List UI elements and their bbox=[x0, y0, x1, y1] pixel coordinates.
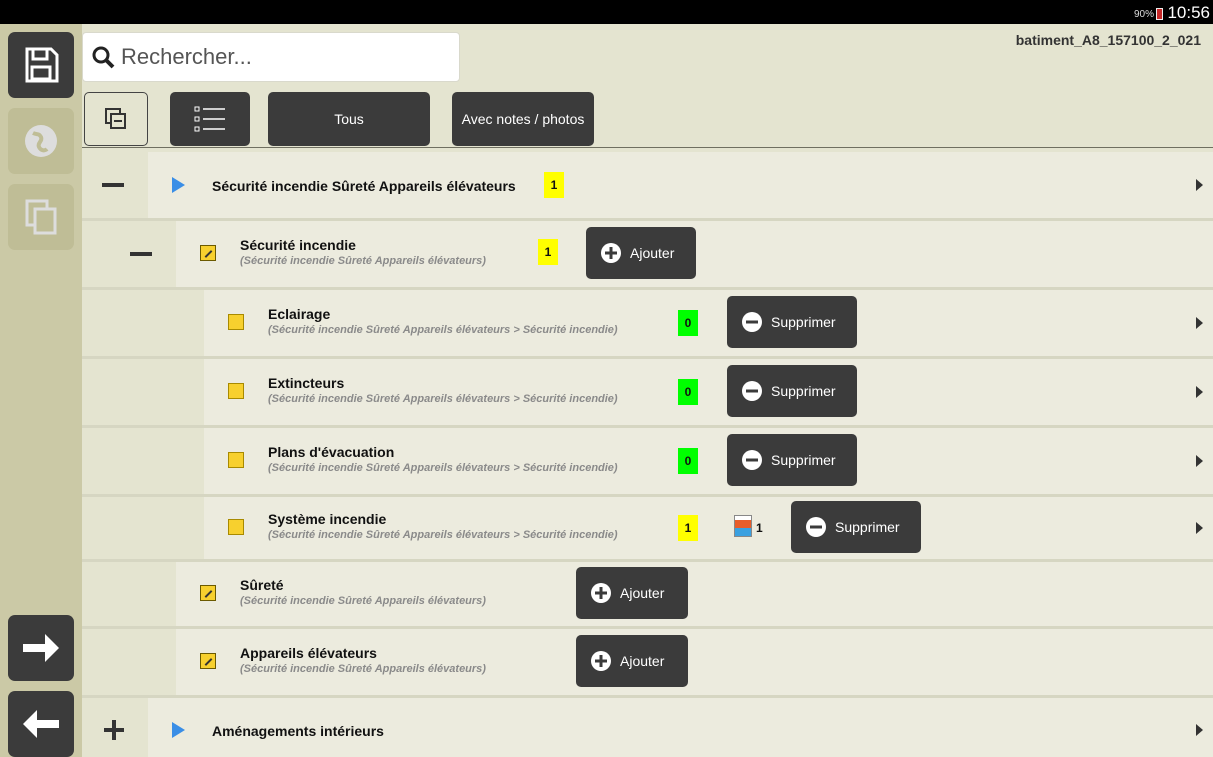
collapse-icon[interactable] bbox=[102, 183, 124, 187]
count-badge: 0 bbox=[678, 448, 698, 474]
count-badge: 1 bbox=[678, 515, 698, 541]
item-icon bbox=[228, 452, 244, 468]
save-button[interactable] bbox=[8, 32, 74, 98]
collapse-icon[interactable] bbox=[130, 252, 152, 256]
delete-button[interactable]: Supprimer bbox=[791, 501, 921, 553]
top-bar: Rechercher... batiment_A8_157100_2_021 T… bbox=[82, 24, 1213, 148]
photo-icon[interactable] bbox=[734, 515, 752, 537]
delete-button-label: Supprimer bbox=[771, 314, 836, 330]
save-icon bbox=[25, 47, 59, 83]
back-button[interactable] bbox=[8, 691, 74, 757]
subgroup-title: Sûreté bbox=[240, 577, 284, 593]
item-icon bbox=[228, 383, 244, 399]
search-box[interactable]: Rechercher... bbox=[82, 32, 460, 82]
filter-all-button[interactable]: Tous bbox=[268, 92, 430, 146]
arrow-right-icon bbox=[23, 634, 59, 662]
item-path: (Sécurité incendie Sûreté Appareils élév… bbox=[268, 462, 618, 474]
edit-icon bbox=[200, 653, 216, 669]
collapse-icon bbox=[105, 108, 126, 129]
add-button[interactable]: Ajouter bbox=[586, 227, 696, 279]
group-title: Aménagements intérieurs bbox=[212, 723, 384, 739]
delete-button-label: Supprimer bbox=[771, 383, 836, 399]
count-badge: 1 bbox=[544, 172, 564, 198]
tree-subgroup-row[interactable]: Sécurité incendie (Sécurité incendie Sûr… bbox=[82, 221, 1213, 287]
status-bar: 90% 10:56 bbox=[0, 0, 1213, 24]
document-name: batiment_A8_157100_2_021 bbox=[1015, 32, 1201, 48]
chevron-right-icon[interactable] bbox=[1196, 455, 1203, 467]
subgroup-path: (Sécurité incendie Sûreté Appareils élév… bbox=[240, 255, 486, 267]
minus-circle-icon bbox=[742, 312, 762, 332]
divider bbox=[82, 147, 1213, 148]
chevron-right-icon[interactable] bbox=[1196, 317, 1203, 329]
count-badge: 1 bbox=[538, 239, 558, 265]
item-path: (Sécurité incendie Sûreté Appareils élév… bbox=[268, 324, 618, 336]
play-icon bbox=[172, 722, 185, 738]
chevron-right-icon[interactable] bbox=[1196, 386, 1203, 398]
next-button[interactable] bbox=[8, 615, 74, 681]
minus-circle-icon bbox=[742, 450, 762, 470]
arrow-left-icon bbox=[23, 710, 59, 738]
delete-button-label: Supprimer bbox=[835, 519, 900, 535]
chevron-right-icon[interactable] bbox=[1196, 522, 1203, 534]
collapse-all-button[interactable] bbox=[84, 92, 148, 146]
delete-button[interactable]: Supprimer bbox=[727, 434, 857, 486]
copy-button[interactable] bbox=[8, 184, 74, 250]
plus-circle-icon bbox=[591, 651, 611, 671]
search-input[interactable]: Rechercher... bbox=[121, 44, 252, 70]
item-icon bbox=[228, 314, 244, 330]
delete-button-label: Supprimer bbox=[771, 452, 836, 468]
item-title: Eclairage bbox=[268, 306, 331, 322]
minus-circle-icon bbox=[742, 381, 762, 401]
item-title: Plans d'évacuation bbox=[268, 444, 395, 460]
tree-subgroup-row[interactable]: Sûreté (Sécurité incendie Sûreté Apparei… bbox=[82, 562, 1213, 626]
tree-group-row[interactable]: Sécurité incendie Sûreté Appareils éléva… bbox=[82, 152, 1213, 218]
delete-button[interactable]: Supprimer bbox=[727, 296, 857, 348]
tree-group-row[interactable]: Aménagements intérieurs bbox=[82, 698, 1213, 757]
item-path: (Sécurité incendie Sûreté Appareils élév… bbox=[268, 529, 618, 541]
filter-notes-photos-button[interactable]: Avec notes / photos bbox=[452, 92, 594, 146]
battery-percent: 90% bbox=[1133, 9, 1154, 20]
add-button[interactable]: Ajouter bbox=[576, 635, 688, 687]
add-button-label: Ajouter bbox=[630, 245, 675, 261]
copy-icon bbox=[25, 199, 57, 235]
clock: 10:56 bbox=[1167, 3, 1210, 22]
list-icon bbox=[194, 106, 225, 132]
globe-icon bbox=[25, 125, 57, 157]
subgroup-path: (Sécurité incendie Sûreté Appareils élév… bbox=[240, 663, 486, 675]
chevron-right-icon[interactable] bbox=[1196, 724, 1203, 736]
tree-subgroup-row[interactable]: Appareils élévateurs (Sécurité incendie … bbox=[82, 629, 1213, 695]
add-button[interactable]: Ajouter bbox=[576, 567, 688, 619]
item-path: (Sécurité incendie Sûreté Appareils élév… bbox=[268, 393, 618, 405]
item-icon bbox=[228, 519, 244, 535]
count-badge: 0 bbox=[678, 310, 698, 336]
subgroup-path: (Sécurité incendie Sûreté Appareils élév… bbox=[240, 595, 486, 607]
list-item[interactable]: Eclairage (Sécurité incendie Sûreté Appa… bbox=[82, 290, 1213, 356]
item-title: Système incendie bbox=[268, 511, 387, 527]
edit-icon bbox=[200, 245, 216, 261]
add-button-label: Ajouter bbox=[620, 585, 665, 601]
list-item[interactable]: Plans d'évacuation (Sécurité incendie Sû… bbox=[82, 428, 1213, 494]
group-title: Sécurité incendie Sûreté Appareils éléva… bbox=[212, 178, 516, 194]
chevron-right-icon[interactable] bbox=[1196, 179, 1203, 191]
delete-button[interactable]: Supprimer bbox=[727, 365, 857, 417]
battery-icon bbox=[1156, 8, 1163, 20]
list-view-button[interactable] bbox=[170, 92, 250, 146]
photo-count: 1 bbox=[756, 521, 763, 535]
plus-circle-icon bbox=[591, 583, 611, 603]
play-icon bbox=[172, 177, 185, 193]
list-item[interactable]: Système incendie (Sécurité incendie Sûre… bbox=[82, 497, 1213, 559]
subgroup-title: Appareils élévateurs bbox=[240, 645, 377, 661]
globe-button[interactable] bbox=[8, 108, 74, 174]
item-title: Extincteurs bbox=[268, 375, 345, 391]
search-icon bbox=[92, 46, 115, 69]
left-sidebar bbox=[0, 24, 82, 757]
plus-circle-icon bbox=[601, 243, 621, 263]
add-button-label: Ajouter bbox=[620, 653, 665, 669]
subgroup-title: Sécurité incendie bbox=[240, 237, 356, 253]
edit-icon bbox=[200, 585, 216, 601]
list-item[interactable]: Extincteurs (Sécurité incendie Sûreté Ap… bbox=[82, 359, 1213, 425]
count-badge: 0 bbox=[678, 379, 698, 405]
minus-circle-icon bbox=[806, 517, 826, 537]
